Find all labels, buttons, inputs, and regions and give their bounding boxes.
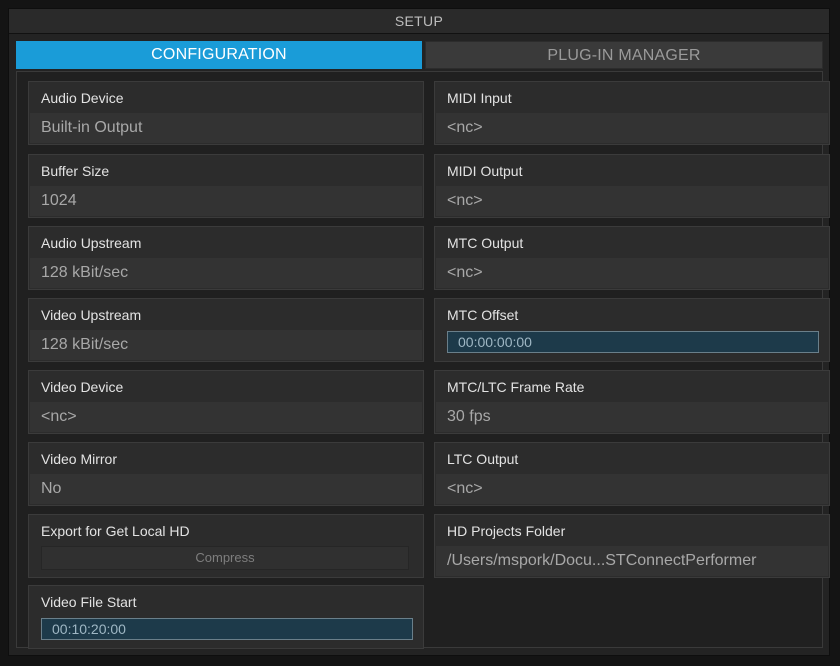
video-upstream-select[interactable]: 128 kBit/sec: [30, 330, 422, 360]
audio-upstream-field: Audio Upstream 128 kBit/sec: [28, 226, 424, 290]
hd-projects-folder-label: HD Projects Folder: [447, 523, 566, 539]
ltc-output-label: LTC Output: [447, 451, 519, 467]
ltc-output-field: LTC Output <nc>: [434, 442, 830, 506]
tab-plugin-manager[interactable]: PLUG-IN MANAGER: [425, 41, 823, 69]
midi-input-field: MIDI Input <nc>: [434, 81, 830, 145]
setup-window: SETUP CONFIGURATION PLUG-IN MANAGER Audi…: [8, 8, 830, 656]
hd-projects-folder-path[interactable]: /Users/mspork/Docu...STConnectPerformer: [436, 546, 828, 576]
frame-rate-field: MTC/LTC Frame Rate 30 fps: [434, 370, 830, 434]
video-device-label: Video Device: [41, 379, 124, 395]
buffer-size-field: Buffer Size 1024: [28, 154, 424, 218]
video-upstream-label: Video Upstream: [41, 307, 142, 323]
window-title: SETUP: [9, 9, 829, 34]
video-device-field: Video Device <nc>: [28, 370, 424, 434]
video-mirror-select[interactable]: No: [30, 474, 422, 504]
audio-device-select[interactable]: Built-in Output: [30, 113, 422, 143]
ltc-output-select[interactable]: <nc>: [436, 474, 828, 504]
buffer-size-select[interactable]: 1024: [30, 186, 422, 216]
midi-output-field: MIDI Output <nc>: [434, 154, 830, 218]
mtc-output-select[interactable]: <nc>: [436, 258, 828, 288]
midi-output-label: MIDI Output: [447, 163, 523, 179]
mtc-offset-label: MTC Offset: [447, 307, 519, 323]
mtc-offset-input[interactable]: 00:00:00:00: [447, 331, 819, 353]
export-local-hd-field: Export for Get Local HD Compress: [28, 514, 424, 578]
buffer-size-label: Buffer Size: [41, 163, 110, 179]
video-mirror-label: Video Mirror: [41, 451, 117, 467]
audio-device-field: Audio Device Built-in Output: [28, 81, 424, 145]
hd-projects-folder-field: HD Projects Folder /Users/mspork/Docu...…: [434, 514, 830, 578]
mtc-output-label: MTC Output: [447, 235, 524, 251]
mtc-offset-field: MTC Offset 00:00:00:00: [434, 298, 830, 362]
midi-input-label: MIDI Input: [447, 90, 512, 106]
frame-rate-label: MTC/LTC Frame Rate: [447, 379, 585, 395]
video-mirror-field: Video Mirror No: [28, 442, 424, 506]
export-local-hd-label: Export for Get Local HD: [41, 523, 190, 539]
video-file-start-field: Video File Start 00:10:20:00: [28, 585, 424, 649]
tab-configuration[interactable]: CONFIGURATION: [16, 41, 422, 69]
midi-output-select[interactable]: <nc>: [436, 186, 828, 216]
video-file-start-input[interactable]: 00:10:20:00: [41, 618, 413, 640]
video-file-start-label: Video File Start: [41, 594, 137, 610]
audio-upstream-select[interactable]: 128 kBit/sec: [30, 258, 422, 288]
video-device-select[interactable]: <nc>: [30, 402, 422, 432]
audio-upstream-label: Audio Upstream: [41, 235, 142, 251]
audio-device-label: Audio Device: [41, 90, 124, 106]
video-upstream-field: Video Upstream 128 kBit/sec: [28, 298, 424, 362]
compress-button[interactable]: Compress: [41, 546, 409, 570]
midi-input-select[interactable]: <nc>: [436, 113, 828, 143]
mtc-output-field: MTC Output <nc>: [434, 226, 830, 290]
frame-rate-select[interactable]: 30 fps: [436, 402, 828, 432]
